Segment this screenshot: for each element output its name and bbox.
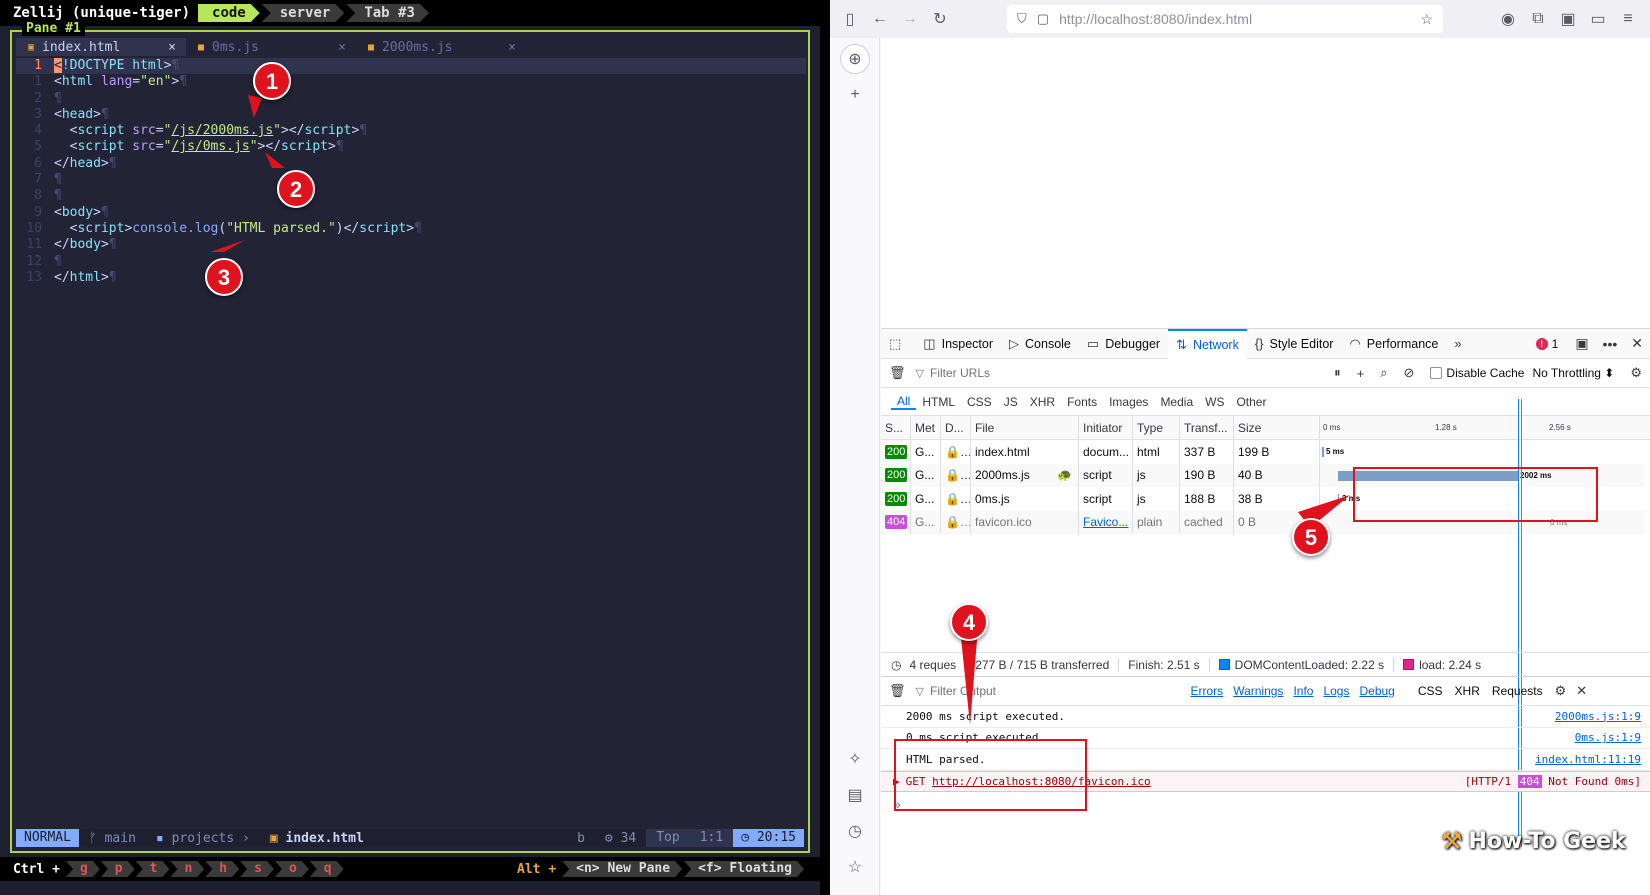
annotation-marker: 2 <box>277 170 315 208</box>
how-to-geek-logo: ⚒ How-To Geek <box>1441 827 1626 855</box>
annotation-marker: 3 <box>205 258 243 296</box>
logo-mark-icon: ⚒ <box>1441 827 1463 855</box>
annotation-marker: 4 <box>950 603 988 641</box>
annotation-marker: 1 <box>253 62 291 100</box>
annotation-pointer <box>210 95 1350 725</box>
annotation-marker: 5 <box>1292 518 1330 556</box>
